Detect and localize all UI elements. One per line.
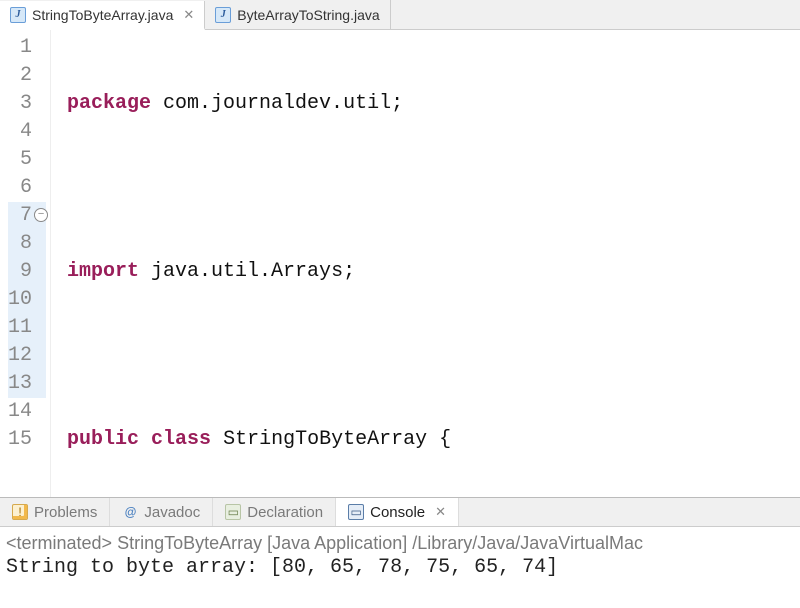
code-editor[interactable]: 1 2 3 4 5 6 7− 8 9 10 11 12 13 14 15 pac… — [0, 30, 800, 497]
tab-declaration[interactable]: ▭ Declaration — [213, 498, 336, 526]
editor-tabs: J StringToByteArray.java ✕ J ByteArrayTo… — [0, 0, 800, 30]
line-number: 10 — [8, 286, 46, 314]
tab-label: Declaration — [247, 504, 323, 521]
line-number: 5 — [8, 146, 46, 174]
java-file-icon: J — [215, 7, 231, 23]
line-number: 14 — [8, 398, 46, 426]
line-number: 12 — [8, 342, 46, 370]
line-gutter: 1 2 3 4 5 6 7− 8 9 10 11 12 13 14 15 — [0, 30, 51, 497]
tab-label: StringToByteArray.java — [32, 7, 173, 23]
line-number: 13 — [8, 370, 46, 398]
line-number: 15 — [8, 426, 46, 454]
tab-label: Console — [370, 504, 425, 521]
tab-label: Javadoc — [144, 504, 200, 521]
line-number: 11 — [8, 314, 46, 342]
tab-javadoc[interactable]: @ Javadoc — [110, 498, 213, 526]
line-number: 4 — [8, 118, 46, 146]
code-content[interactable]: package com.journaldev.util; import java… — [51, 30, 691, 497]
tab-problems[interactable]: ! Problems — [0, 498, 110, 526]
declaration-icon: ▭ — [225, 504, 241, 520]
console-view: <terminated> StringToByteArray [Java App… — [0, 527, 800, 585]
problems-icon: ! — [12, 504, 28, 520]
console-icon: ▭ — [348, 504, 364, 520]
fold-icon[interactable]: − — [34, 208, 48, 222]
tab-bytearraytostring[interactable]: J ByteArrayToString.java — [205, 0, 390, 29]
tab-stringtobytearray[interactable]: J StringToByteArray.java ✕ — [0, 1, 205, 30]
line-number: 8 — [8, 230, 46, 258]
line-number: 1 — [8, 34, 46, 62]
tab-label: Problems — [34, 504, 97, 521]
tab-label: ByteArrayToString.java — [237, 7, 379, 23]
javadoc-icon: @ — [122, 504, 138, 520]
tab-console[interactable]: ▭ Console ✕ — [336, 498, 459, 526]
line-number: 9 — [8, 258, 46, 286]
views-tabs: ! Problems @ Javadoc ▭ Declaration ▭ Con… — [0, 497, 800, 527]
line-number: 7− — [8, 202, 46, 230]
close-icon[interactable]: ✕ — [183, 7, 194, 23]
line-number: 2 — [8, 62, 46, 90]
close-icon[interactable]: ✕ — [435, 504, 446, 520]
java-file-icon: J — [10, 7, 26, 23]
console-output: String to byte array: [80, 65, 78, 75, 6… — [6, 556, 794, 579]
line-number: 3 — [8, 90, 46, 118]
console-status: <terminated> StringToByteArray [Java App… — [6, 533, 794, 554]
line-number: 6 — [8, 174, 46, 202]
